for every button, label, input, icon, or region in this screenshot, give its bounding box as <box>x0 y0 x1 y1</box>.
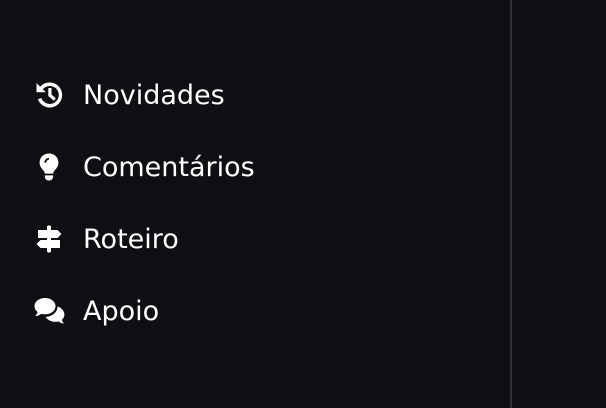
history-icon <box>32 78 66 112</box>
menu-item-apoio[interactable]: Apoio <box>0 275 510 347</box>
content-panel <box>512 0 606 408</box>
app-window: Novidades Comentários Roteiro Apoio <box>0 0 606 408</box>
menu-list: Novidades Comentários Roteiro Apoio <box>0 59 510 347</box>
menu-item-comentarios[interactable]: Comentários <box>0 131 510 203</box>
menu-item-label: Roteiro <box>83 223 179 255</box>
signpost-icon <box>32 222 66 256</box>
menu-item-label: Apoio <box>83 295 160 327</box>
menu-item-label: Novidades <box>83 79 225 111</box>
lightbulb-icon <box>32 150 66 184</box>
menu-item-novidades[interactable]: Novidades <box>0 59 510 131</box>
chat-bubbles-icon <box>32 294 66 328</box>
sidebar-menu: Novidades Comentários Roteiro Apoio <box>0 0 510 408</box>
menu-item-label: Comentários <box>83 151 255 183</box>
menu-item-roteiro[interactable]: Roteiro <box>0 203 510 275</box>
